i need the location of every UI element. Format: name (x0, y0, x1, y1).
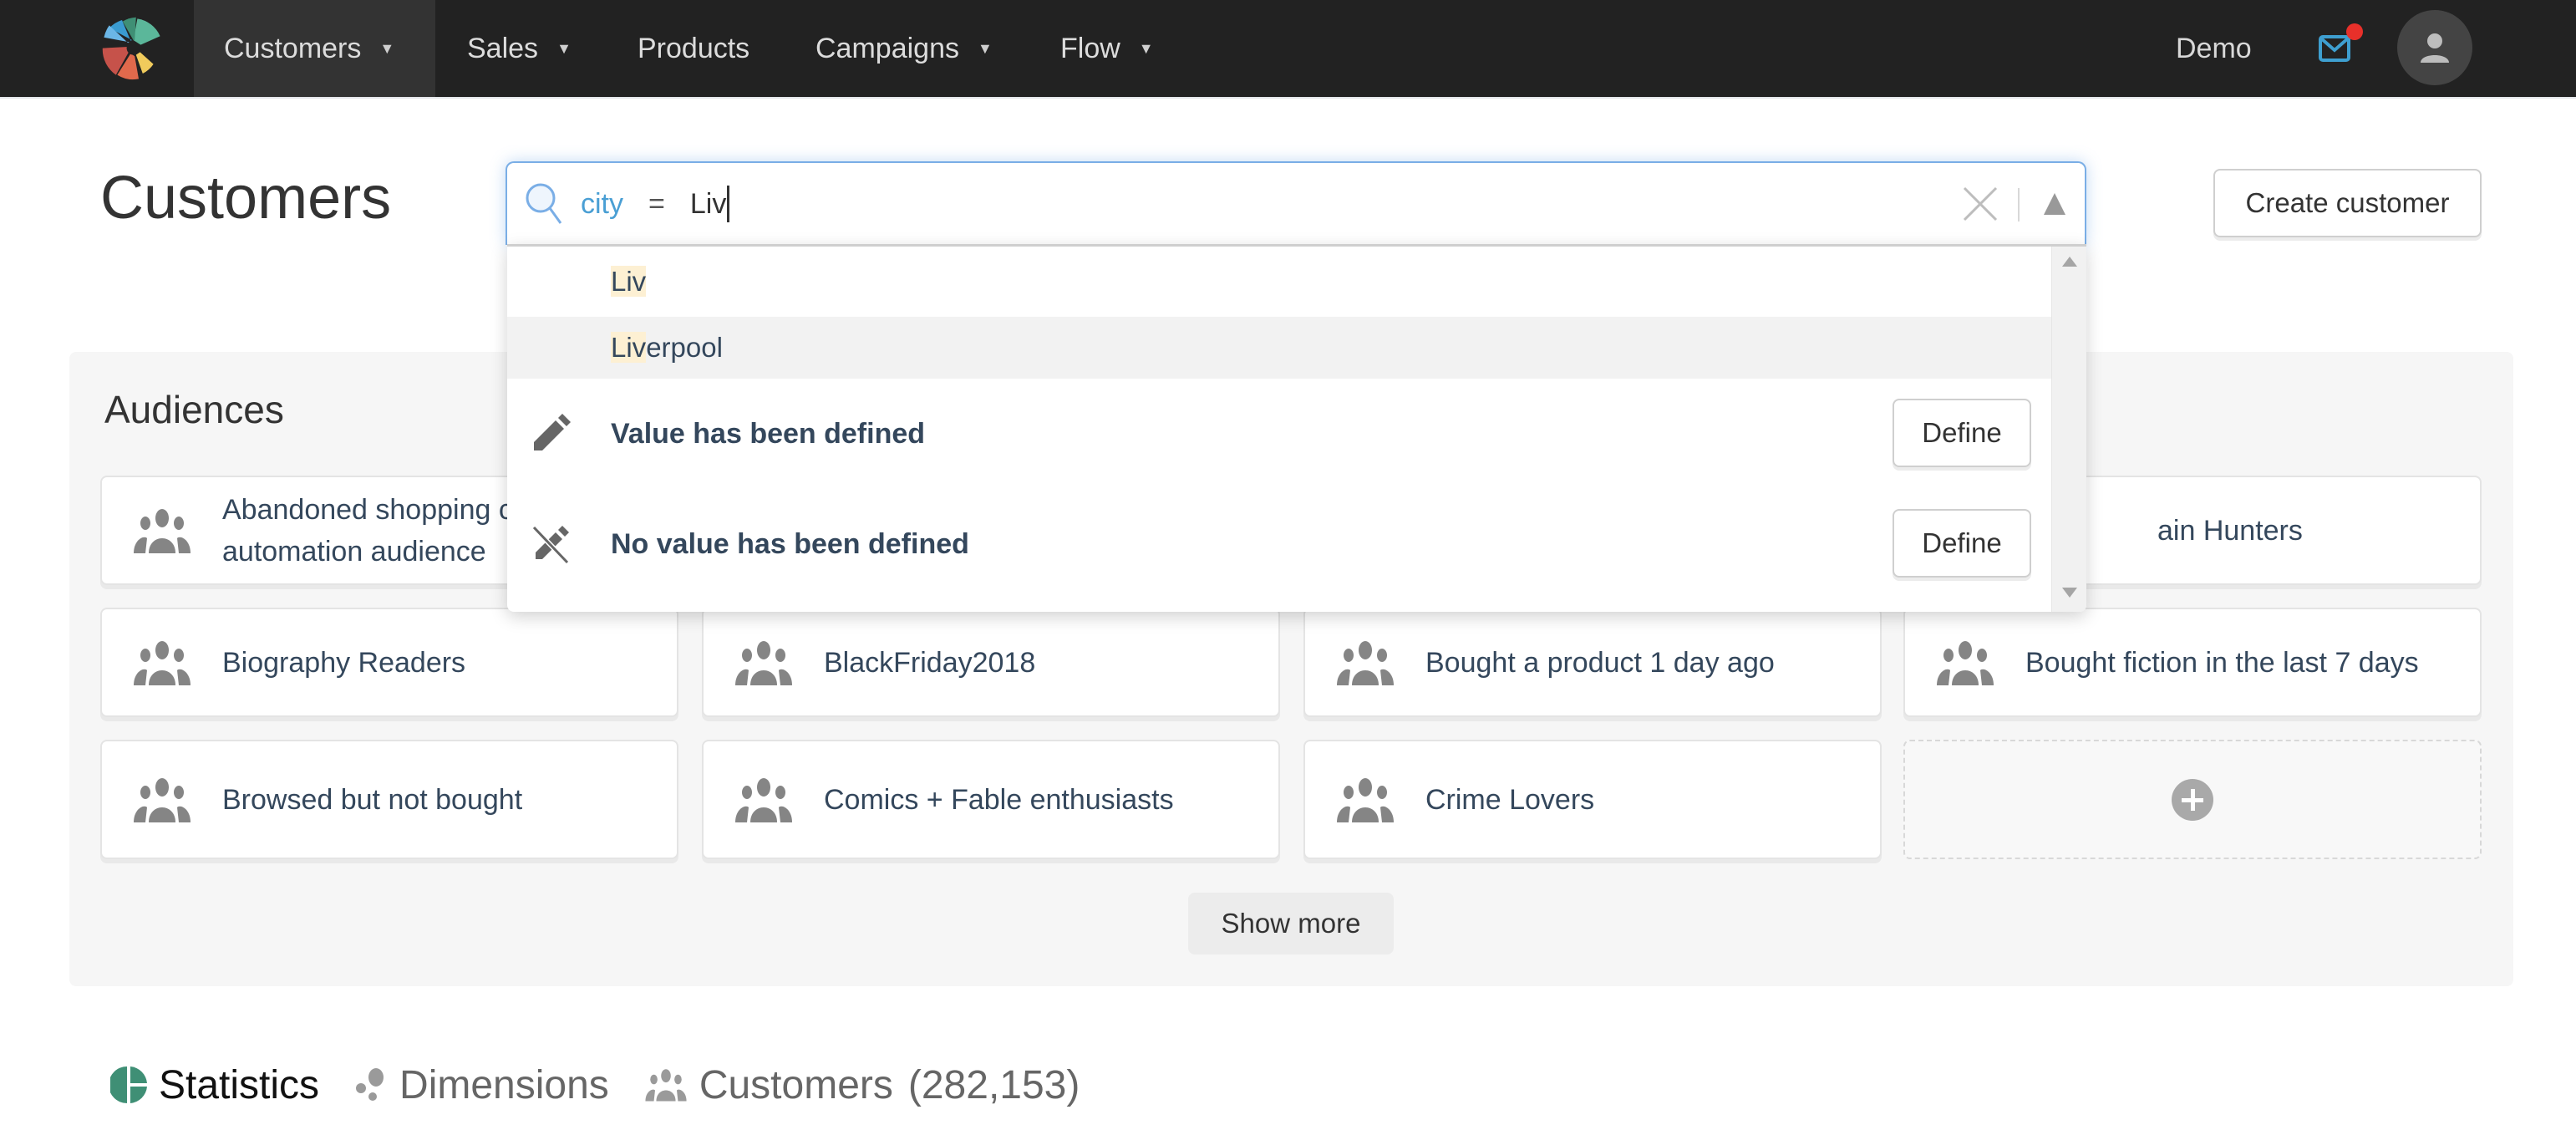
search-suggestions-dropdown: Liv Liverpool Value has been defined Def… (507, 244, 2086, 612)
audience-card[interactable]: Comics + Fable enthusiasts (702, 740, 1280, 859)
people-icon (735, 777, 792, 822)
nav-products[interactable]: Products (607, 0, 780, 97)
search-field-token[interactable]: city (581, 188, 623, 221)
section-tabs: Statistics Dimensions Customers (282,153… (110, 1058, 1115, 1112)
scroll-down-icon[interactable] (2062, 588, 2077, 598)
chevron-down-icon: ▼ (379, 39, 395, 57)
avatar[interactable] (2397, 10, 2472, 85)
audience-card[interactable]: Bought a product 1 day ago (1303, 608, 1882, 717)
audience-card-label: Crime Lovers (1425, 783, 1595, 816)
top-nav: Customers ▼ Sales ▼ Products Campaigns ▼… (0, 0, 2576, 99)
search-icon (526, 183, 562, 224)
audiences-title: Audiences (104, 388, 284, 431)
people-icon (134, 640, 191, 685)
app-logo-icon[interactable] (99, 13, 165, 80)
nav-flow-label: Flow (1060, 32, 1120, 64)
people-icon (645, 1069, 687, 1102)
pencil-icon (534, 414, 571, 450)
search-operator-token[interactable]: = (648, 188, 665, 221)
people-icon (134, 508, 191, 553)
page-title: Customers (100, 165, 392, 232)
suggestion-item[interactable]: Liv (507, 247, 2051, 317)
audience-card-label: Bought fiction in the last 7 days (2025, 646, 2419, 679)
audience-card[interactable]: BlackFriday2018 (702, 608, 1280, 717)
account-switcher[interactable]: Demo (2176, 0, 2252, 97)
audience-card[interactable]: Biography Readers (100, 608, 678, 717)
option-value-defined[interactable]: Value has been defined Define (507, 379, 2051, 489)
nav-campaigns-label: Campaigns (815, 32, 959, 64)
audience-card[interactable]: Browsed but not bought (100, 740, 678, 859)
nav-customers[interactable]: Customers ▼ (194, 0, 435, 97)
nav-sales-label: Sales (467, 32, 539, 64)
notification-badge (2346, 23, 2363, 40)
tab-statistics[interactable]: Statistics (110, 1062, 319, 1108)
option-label: No value has been defined (611, 527, 969, 560)
customers-count: (282,153) (907, 1062, 1080, 1107)
suggestion-item[interactable]: Liverpool (507, 317, 2051, 379)
audience-card-label: BlackFriday2018 (824, 646, 1036, 679)
option-no-value-defined[interactable]: No value has been defined Define (507, 489, 2051, 599)
nav-products-label: Products (638, 32, 750, 64)
suggestion-rest: erpool (646, 332, 723, 363)
nav-campaigns[interactable]: Campaigns ▼ (785, 0, 1023, 97)
tab-dimensions[interactable]: Dimensions (354, 1062, 609, 1108)
nav-customers-label: Customers (224, 32, 362, 64)
show-more-button[interactable]: Show more (1188, 893, 1394, 954)
pencil-off-icon (531, 525, 570, 564)
scroll-up-icon[interactable] (2062, 257, 2077, 267)
triangle-up-icon[interactable] (2043, 191, 2066, 216)
people-icon (1337, 640, 1394, 685)
search-input[interactable]: Liv (690, 186, 730, 222)
audience-card-label: Comics + Fable enthusiasts (824, 783, 1174, 816)
tab-customers[interactable]: Customers (282,153) (644, 1062, 1080, 1108)
tab-statistics-label: Statistics (159, 1062, 320, 1107)
suggestion-match: Liv (611, 266, 647, 297)
pie-chart-icon (110, 1066, 147, 1103)
audience-card-label-line2: automation audience (222, 535, 486, 568)
bubbles-icon (356, 1068, 384, 1101)
audience-card-label: ain Hunters (2157, 514, 2303, 547)
people-icon (134, 777, 191, 822)
audience-card-label: Browsed but not bought (222, 783, 523, 816)
nav-flow[interactable]: Flow ▼ (1030, 0, 1184, 97)
user-icon (2421, 33, 2449, 63)
audience-card-label: Biography Readers (222, 646, 466, 679)
chevron-down-icon: ▼ (1138, 39, 1154, 57)
option-label: Value has been defined (611, 417, 926, 450)
audience-card-label-line1: Abandoned shopping c (222, 493, 513, 526)
nav-sales[interactable]: Sales ▼ (437, 0, 602, 97)
audience-card[interactable]: Crime Lovers (1303, 740, 1882, 859)
search-bar[interactable]: city = Liv (506, 161, 2086, 245)
tab-customers-label: Customers (699, 1062, 893, 1107)
dropdown-scrollbar[interactable] (2051, 247, 2086, 612)
close-icon[interactable] (1961, 185, 1999, 223)
suggestion-match: Liv (611, 332, 647, 363)
audience-card-label: Bought a product 1 day ago (1425, 646, 1775, 679)
define-button[interactable]: Define (1893, 399, 2031, 467)
divider (2018, 188, 2020, 221)
add-audience-button[interactable] (1903, 740, 2482, 859)
people-icon (1337, 777, 1394, 822)
tab-dimensions-label: Dimensions (399, 1062, 609, 1107)
define-button[interactable]: Define (1893, 509, 2031, 578)
chevron-down-icon: ▼ (556, 39, 572, 57)
create-customer-button[interactable]: Create customer (2213, 169, 2482, 237)
plus-circle-icon (2172, 778, 2213, 821)
people-icon (1937, 640, 1994, 685)
chevron-down-icon: ▼ (977, 39, 993, 57)
people-icon (735, 640, 792, 685)
audience-card[interactable]: Bought fiction in the last 7 days (1903, 608, 2482, 717)
